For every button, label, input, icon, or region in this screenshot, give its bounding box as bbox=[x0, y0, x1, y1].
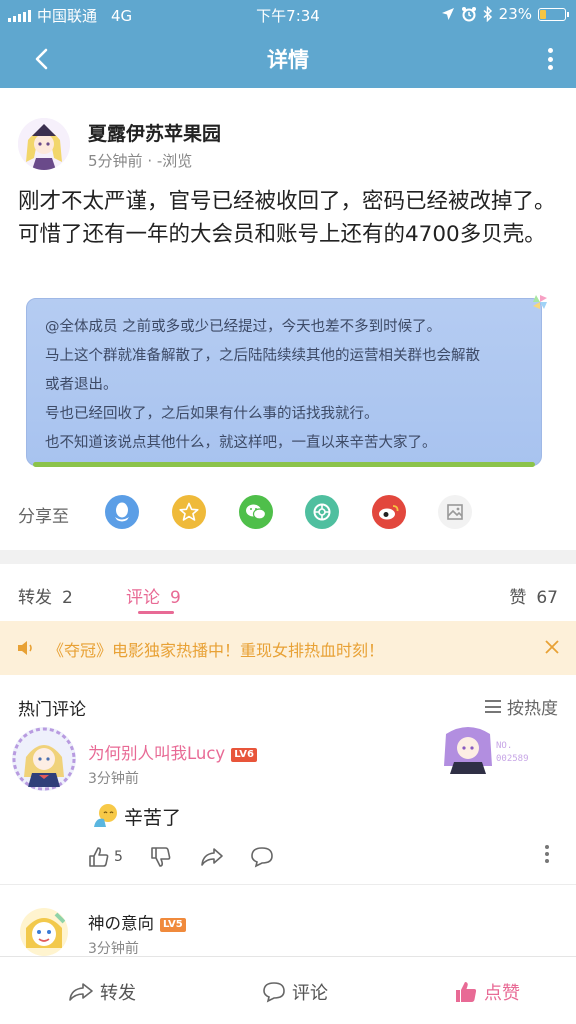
hot-comments-title: 热门评论 bbox=[18, 700, 86, 720]
status-right: 23% bbox=[441, 5, 569, 23]
post-meta: 5分钟前 · -浏览 bbox=[88, 150, 192, 171]
tab-comments-label: 评论 bbox=[126, 588, 160, 608]
status-bar: 中国联通 4G 下午7:34 23% bbox=[0, 0, 576, 30]
image-text-line: 或者退出。 bbox=[45, 377, 118, 393]
tab-comments[interactable]: 评论 9 bbox=[126, 583, 181, 608]
notice-banner[interactable]: 《夺冠》电影独家热播中！重现女排热血时刻！ bbox=[0, 621, 576, 675]
anime-girl-avatar-icon bbox=[18, 118, 70, 170]
level-badge: LV6 bbox=[231, 748, 257, 762]
speech-bubble-icon bbox=[251, 847, 273, 868]
sort-button[interactable]: 按热度 bbox=[485, 694, 558, 719]
weibo-icon[interactable] bbox=[372, 495, 406, 529]
image-text-line: 号也已经回收了，之后如果有什么事的话找我就行。 bbox=[45, 406, 379, 422]
author-avatar[interactable] bbox=[18, 118, 70, 170]
post-content: 刚才不太严谨，官号已经被收回了，密码已经被改掉了。可惜了还有一年的大会员和账号上… bbox=[18, 189, 556, 247]
comment-reply-button[interactable] bbox=[250, 845, 274, 869]
comment-like-count: 5 bbox=[114, 849, 123, 865]
top-bar: 中国联通 4G 下午7:34 23% 详情 bbox=[0, 0, 576, 88]
comment-time: 3分钟前 bbox=[88, 771, 139, 787]
share-label: 分享至 bbox=[18, 507, 69, 527]
meta-separator: · bbox=[142, 152, 157, 170]
location-icon bbox=[441, 8, 454, 20]
tired-emoji-icon bbox=[94, 804, 117, 827]
comment-author[interactable]: 为何别人叫我Lucy LV6 bbox=[88, 740, 257, 764]
active-tab-indicator bbox=[138, 611, 174, 614]
qzone-icon[interactable] bbox=[172, 495, 206, 529]
bluetooth-icon bbox=[483, 6, 492, 22]
tab-repost-label: 转发 bbox=[18, 588, 52, 608]
sort-lines-icon bbox=[485, 700, 501, 713]
like-label: 点赞 bbox=[484, 983, 520, 1004]
post-time: 5分钟前 bbox=[88, 152, 143, 170]
bottom-action-bar: 转发 评论 点赞 bbox=[0, 956, 576, 1024]
like-button[interactable]: 点赞 bbox=[454, 979, 520, 1005]
battery-icon bbox=[538, 7, 569, 21]
badge-number: NO. 002589 bbox=[496, 740, 529, 766]
author-name[interactable]: 夏露伊苏苹果园 bbox=[88, 119, 221, 146]
comment-author-name: 神の意向 bbox=[88, 914, 154, 933]
nav-header: 详情 bbox=[0, 30, 576, 88]
pinwheel-icon bbox=[533, 295, 547, 309]
alarm-icon bbox=[461, 7, 476, 22]
cartoon-avatar-icon bbox=[26, 912, 66, 948]
post-detail-screen: 中国联通 4G 下午7:34 23% 详情 夏露伊苏苹果园 5分钟前 · -浏览… bbox=[0, 0, 576, 1024]
comment-time: 3分钟前 bbox=[88, 941, 139, 957]
post-views: -浏览 bbox=[156, 152, 193, 170]
tab-likes-label: 赞 bbox=[509, 588, 527, 608]
repost-label: 转发 bbox=[100, 983, 136, 1004]
anime-girl-badge-icon bbox=[444, 727, 492, 774]
tab-repost-count: 2 bbox=[62, 588, 73, 608]
speech-bubble-icon bbox=[263, 982, 285, 1003]
anime-avatar-icon bbox=[12, 727, 76, 791]
tab-likes[interactable]: 赞 67 bbox=[509, 583, 558, 608]
wechat-icon[interactable] bbox=[239, 495, 273, 529]
comment-avatar[interactable] bbox=[12, 727, 76, 791]
moments-icon[interactable] bbox=[305, 495, 339, 529]
post-image[interactable]: @全体成员 之前或多或少已经提过，今天也差不多到时候了。 马上这个群就准备解散了… bbox=[26, 295, 547, 467]
more-options-icon[interactable] bbox=[546, 48, 554, 70]
thumbs-up-filled-icon bbox=[456, 982, 477, 1002]
comment-separator bbox=[0, 884, 576, 885]
share-arrow-icon bbox=[201, 848, 223, 866]
comment-label: 评论 bbox=[292, 983, 328, 1004]
comment-like-button[interactable]: 5 bbox=[88, 845, 123, 869]
image-bottom-bar bbox=[33, 462, 535, 467]
close-icon[interactable] bbox=[544, 639, 560, 655]
tab-comments-count: 9 bbox=[170, 588, 181, 608]
image-text-line: 也不知道该说点其他什么，就这样吧，一直以来辛苦大家了。 bbox=[45, 435, 437, 451]
comment-share-button[interactable] bbox=[200, 845, 224, 869]
image-text-line: @全体成员 之前或多或少已经提过，今天也差不多到时候了。 bbox=[45, 319, 442, 335]
section-divider bbox=[0, 550, 576, 564]
comment-text: 辛苦了 bbox=[124, 807, 182, 829]
sort-label: 按热度 bbox=[507, 699, 558, 719]
badge-label: NO. bbox=[496, 741, 513, 751]
comment-author-name: 为何别人叫我Lucy bbox=[88, 744, 226, 763]
page-title: 详情 bbox=[267, 48, 309, 72]
share-arrow-icon bbox=[69, 983, 93, 1001]
battery-fill bbox=[540, 9, 546, 19]
badge-id: 002589 bbox=[496, 754, 529, 764]
fan-badge: NO. 002589 bbox=[440, 724, 550, 774]
tab-repost[interactable]: 转发 2 bbox=[18, 583, 73, 608]
image-text-line: 马上这个群就准备解散了，之后陆陆续续其他的运营相关群也会解散 bbox=[45, 348, 480, 364]
qq-icon[interactable] bbox=[105, 495, 139, 529]
thumbs-down-icon bbox=[151, 847, 171, 867]
comment-avatar[interactable] bbox=[20, 908, 68, 956]
level-badge: LV5 bbox=[160, 918, 186, 932]
battery-percent: 23% bbox=[498, 5, 532, 23]
notice-text: 《夺冠》电影独家热播中！重现女排热血时刻！ bbox=[48, 641, 385, 660]
repost-button[interactable]: 转发 bbox=[68, 979, 136, 1005]
image-icon[interactable] bbox=[438, 495, 472, 529]
comment-button[interactable]: 评论 bbox=[262, 979, 328, 1005]
comment-author[interactable]: 神の意向 LV5 bbox=[88, 910, 186, 934]
comment-more-icon[interactable] bbox=[545, 845, 549, 869]
thumbs-up-icon bbox=[89, 847, 109, 867]
speaker-icon bbox=[18, 641, 32, 655]
comment-dislike-button[interactable] bbox=[150, 845, 172, 869]
tab-likes-count: 67 bbox=[536, 588, 558, 608]
